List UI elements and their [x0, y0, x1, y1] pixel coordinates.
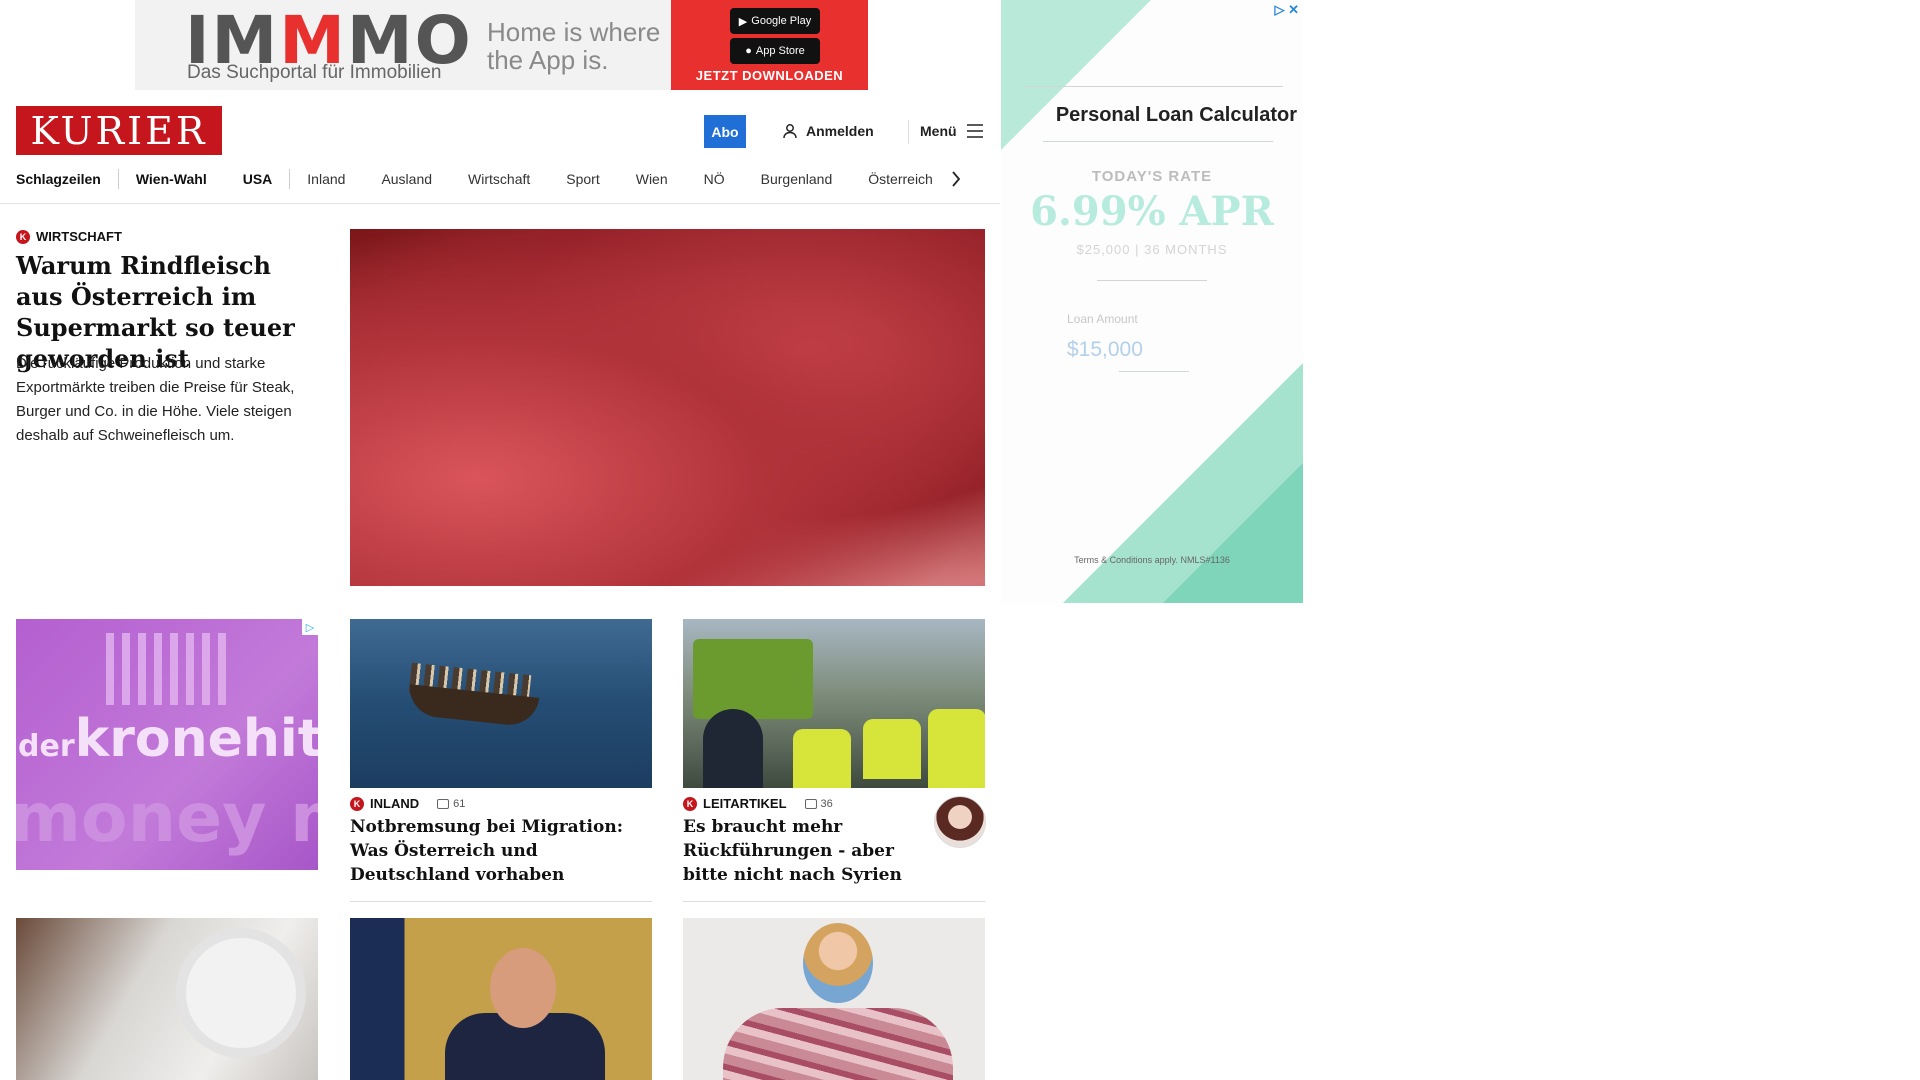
user-icon: [783, 124, 797, 139]
nav-item-usa[interactable]: USA: [243, 171, 273, 187]
nav-item-inland[interactable]: Inland: [307, 171, 345, 187]
nav-item-noe[interactable]: NÖ: [704, 171, 725, 187]
ad-divider: [1023, 86, 1283, 87]
card-image-clothes[interactable]: [683, 918, 985, 1080]
card-kicker-label: INLAND: [370, 796, 420, 811]
hero-image-meat[interactable]: [350, 229, 985, 586]
ad-corner-decoration: [1163, 463, 1303, 603]
nav-item-schlagzeilen[interactable]: Schlagzeilen: [16, 171, 101, 187]
play-icon: ▶: [738, 15, 748, 28]
nav-item-oesterreich[interactable]: Österreich: [868, 171, 933, 187]
elderly-woman-shape: [186, 938, 296, 1048]
app-store-badge[interactable]: ● App Store: [730, 38, 820, 64]
chevron-right-icon[interactable]: [951, 171, 961, 187]
apple-icon: ●: [745, 45, 752, 57]
hero-kicker[interactable]: K WIRTSCHAFT: [16, 229, 122, 244]
card-divider: [683, 901, 985, 902]
hamburger-icon: [966, 124, 983, 138]
card-headline[interactable]: Notbremsung bei Migration: Was Österreic…: [350, 815, 650, 887]
ad-terms: Terms & Conditions apply. NMLS#1136: [1074, 555, 1230, 565]
nav-item-burgenland[interactable]: Burgenland: [761, 171, 833, 187]
kronehit-ad[interactable]: derkronehit money m ▷: [16, 619, 318, 870]
google-play-badge[interactable]: ▶ Google Play: [730, 8, 820, 34]
clothes-pile: [723, 1008, 953, 1080]
ad-title: Personal Loan Calculator: [1055, 104, 1297, 126]
card-kicker-label: LEITARTIKEL: [703, 796, 787, 811]
equalizer-graphic: [106, 633, 226, 705]
nav-divider: [289, 169, 291, 189]
card-image-care[interactable]: [16, 918, 318, 1080]
ad-close-icon[interactable]: ▷ ✕: [1274, 2, 1299, 18]
person-shape: [803, 923, 873, 1003]
top-banner-ad[interactable]: IMMMO Das Suchportal für Immobilien Home…: [135, 0, 868, 90]
login-button[interactable]: Anmelden: [782, 120, 874, 142]
loan-amount-label: Loan Amount: [1067, 312, 1138, 326]
kurier-logo[interactable]: KURIER: [16, 106, 222, 155]
ad-divider: [1043, 141, 1273, 142]
author-avatar[interactable]: [934, 796, 986, 848]
face-shape: [490, 948, 556, 1028]
rate-terms: $25,000 | 36 MONTHS: [1076, 242, 1228, 257]
card-headline[interactable]: Es braucht mehr Rückführungen - aber bit…: [683, 815, 928, 887]
loan-amount-input[interactable]: $15,000: [1067, 338, 1143, 362]
ad-divider: [1097, 280, 1207, 281]
rate-value: 6.99% APR: [1030, 188, 1274, 235]
kurier-k-icon: K: [683, 796, 697, 811]
nav-item-ausland[interactable]: Ausland: [381, 171, 432, 187]
rate-label: TODAY'S RATE: [1091, 168, 1213, 185]
comment-icon: [437, 798, 450, 809]
kurier-k-icon: K: [16, 229, 30, 244]
nav-item-wien[interactable]: Wien: [636, 171, 668, 187]
police-vest: [863, 719, 921, 779]
card-divider: [350, 901, 652, 902]
nav-item-wien-wahl[interactable]: Wien-Wahl: [136, 171, 207, 187]
section-nav: Schlagzeilen Wien-Wahl USA Inland Auslan…: [16, 166, 1006, 192]
nav-underline: [0, 203, 1000, 204]
ad-divider: [1119, 371, 1189, 372]
ad-subtitle: Das Suchportal für Immobilien: [187, 62, 442, 83]
kronehit-wordmark: derkronehit: [18, 709, 318, 769]
nav-item-wirtschaft[interactable]: Wirtschaft: [468, 171, 530, 187]
ad-corner-decoration: [1001, 0, 1151, 150]
hero-teaser: Die rückläufige Produktion und starke Ex…: [16, 355, 295, 444]
abo-button[interactable]: Abo: [704, 115, 746, 148]
menu-button[interactable]: Menü: [920, 120, 983, 142]
police-vest: [928, 709, 985, 788]
header-divider: [908, 120, 909, 144]
officer-shape: [703, 709, 763, 788]
nav-item-sport[interactable]: Sport: [566, 171, 599, 187]
comment-icon: [804, 798, 817, 809]
card-image-migrant-boat[interactable]: [350, 619, 652, 788]
comment-count[interactable]: 36: [804, 798, 833, 810]
card-kicker[interactable]: K INLAND 61: [350, 796, 465, 811]
hero-kicker-label: WIRTSCHAFT: [36, 229, 122, 244]
login-label: Anmelden: [806, 123, 874, 139]
comment-count[interactable]: 61: [437, 798, 465, 810]
kurier-k-icon: K: [350, 796, 364, 811]
card-kicker[interactable]: K LEITARTIKEL 36: [683, 796, 833, 811]
bus-shape: [693, 639, 813, 719]
card-image-politician[interactable]: [350, 918, 652, 1080]
nav-divider: [117, 169, 119, 189]
menu-label: Menü: [920, 123, 957, 139]
police-vest: [793, 729, 851, 788]
ad-tagline: Home is where the App is.: [487, 17, 661, 75]
ad-background-text: money m: [16, 779, 318, 858]
loan-calculator-ad[interactable]: ▷ ✕ Personal Loan Calculator TODAY'S RAT…: [1001, 0, 1303, 603]
card-image-police[interactable]: [683, 619, 985, 788]
adchoices-icon[interactable]: ▷: [302, 619, 318, 635]
download-button[interactable]: JETZT DOWNLOADEN: [671, 68, 868, 83]
